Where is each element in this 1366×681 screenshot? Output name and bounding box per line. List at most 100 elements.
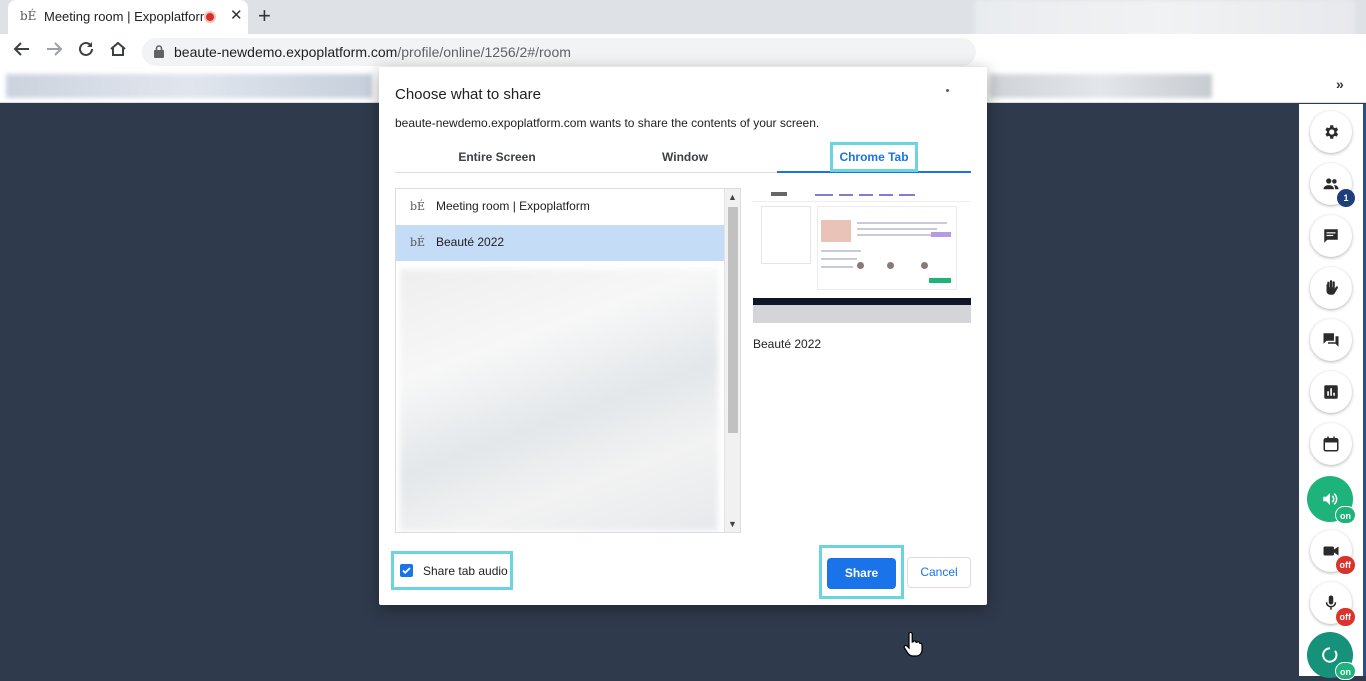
caret-down-icon[interactable]: ▼	[728, 519, 737, 529]
preview-link	[879, 194, 893, 196]
refresh-status-badge: on	[1335, 662, 1356, 680]
preview-line	[821, 258, 857, 260]
participants-count-badge: 1	[1337, 189, 1355, 207]
tab-entire-screen[interactable]: Entire Screen	[401, 143, 593, 173]
tab-label: Entire Screen	[458, 150, 536, 164]
scroll-thumb[interactable]	[728, 207, 738, 433]
camera-status-badge: off	[1335, 556, 1355, 574]
reload-icon[interactable]	[74, 40, 98, 64]
preview-link	[859, 194, 873, 196]
chat-icon	[1324, 229, 1338, 243]
list-item[interactable]: bÉ Meeting room | Expoplatform	[396, 189, 724, 225]
chat-button[interactable]	[1310, 215, 1352, 257]
microphone-toggle-button[interactable]: off	[1310, 582, 1355, 626]
microphone-status-badge: off	[1335, 608, 1355, 626]
preview-logo	[771, 192, 787, 196]
poll-icon	[1324, 385, 1338, 399]
close-icon[interactable]: ✕	[230, 6, 243, 24]
preview-button	[931, 232, 951, 237]
gear-icon	[1325, 125, 1339, 139]
tab-label: Window	[662, 150, 708, 164]
speaker-toggle-button[interactable]: on	[1307, 476, 1356, 524]
share-button[interactable]: Share	[827, 558, 896, 589]
preview-line	[857, 228, 937, 230]
caret-up-icon[interactable]: ▲	[728, 192, 737, 202]
camera-toggle-button[interactable]: off	[1310, 530, 1355, 574]
microphone-icon	[1325, 595, 1337, 610]
preview-link	[839, 194, 853, 196]
recording-dot-icon	[204, 11, 216, 23]
home-icon[interactable]	[106, 40, 130, 64]
tab-favicon-icon: bÉ	[20, 9, 37, 23]
forum-button[interactable]	[1310, 319, 1352, 361]
forum-icon	[1323, 333, 1339, 347]
list-item-label: Beauté 2022	[436, 235, 505, 249]
chevron-double-right-icon[interactable]: »	[1336, 76, 1344, 92]
refresh-icon	[1322, 647, 1338, 663]
site-favicon-icon: bÉ	[410, 200, 426, 213]
dialog-subtitle: beaute-newdemo.expoplatform.com wants to…	[395, 116, 820, 130]
preview-button	[929, 278, 951, 283]
blurred-region	[990, 74, 1212, 98]
speaker-icon	[1323, 493, 1338, 505]
preview-avatar	[921, 262, 928, 269]
calendar-icon	[1323, 436, 1339, 452]
meeting-sidebar: 1 on off off on	[1299, 104, 1363, 680]
tab-preview-thumbnail	[753, 188, 971, 323]
preview-link	[815, 194, 833, 196]
back-icon[interactable]	[10, 40, 34, 64]
site-favicon-icon: bÉ	[410, 236, 426, 249]
browser-tab[interactable]: bÉ Meeting room | Expoplatform ✕	[8, 0, 248, 34]
url-text: beaute-newdemo.expoplatform.com/profile/…	[174, 44, 571, 60]
share-audio-option[interactable]: Share tab audio	[391, 551, 513, 590]
preview-screen	[753, 188, 971, 298]
browser-tabstrip: bÉ Meeting room | Expoplatform ✕ +	[0, 0, 1366, 68]
refresh-button[interactable]: on	[1307, 632, 1356, 680]
tab-window[interactable]: Window	[589, 143, 781, 173]
preview-avatar	[887, 262, 894, 269]
preview-line	[857, 222, 947, 224]
share-audio-label: Share tab audio	[423, 564, 508, 578]
preview-line	[821, 250, 861, 252]
preview-nav	[753, 188, 971, 202]
poll-button[interactable]	[1310, 371, 1352, 413]
tab-chrome-tab[interactable]: Chrome Tab	[777, 142, 971, 173]
tab-label: Chrome Tab	[830, 142, 918, 172]
dialog-dot	[946, 89, 949, 92]
lock-icon[interactable]	[154, 45, 164, 63]
share-audio-checkbox[interactable]	[400, 564, 413, 577]
raise-hand-icon	[1326, 280, 1338, 295]
forward-icon[interactable]	[42, 40, 66, 64]
list-item-label: Meeting room | Expoplatform	[436, 199, 590, 213]
share-highlight: Share	[819, 545, 904, 599]
calendar-button[interactable]	[1310, 423, 1352, 465]
dialog-title: Choose what to share	[395, 86, 541, 103]
preview-avatar	[857, 262, 864, 269]
settings-button[interactable]	[1310, 111, 1352, 153]
preview-taskbar	[753, 298, 971, 305]
share-screen-dialog: Choose what to share beaute-newdemo.expo…	[379, 67, 987, 605]
preview-sidebar	[761, 206, 811, 264]
preview-label: Beauté 2022	[753, 337, 822, 351]
blurred-region	[6, 74, 372, 98]
preview-line	[821, 266, 853, 268]
url-host: beaute-newdemo.expoplatform.com	[174, 44, 398, 60]
preview-link	[899, 194, 915, 196]
raise-hand-button[interactable]	[1310, 267, 1352, 309]
hand-cursor-icon	[903, 631, 923, 663]
tab-title: Meeting room | Expoplatform	[44, 9, 204, 24]
url-path: /profile/online/1256/2#/room	[397, 44, 571, 60]
participants-button[interactable]: 1	[1310, 163, 1355, 207]
preview-image	[821, 220, 851, 242]
speaker-status-badge: on	[1335, 506, 1356, 524]
cancel-button[interactable]: Cancel	[907, 557, 971, 588]
blurred-region	[400, 269, 718, 531]
plus-icon[interactable]: +	[258, 3, 271, 29]
list-item[interactable]: bÉ Beauté 2022	[396, 225, 724, 261]
scrollbar[interactable]: ▲ ▼	[724, 189, 740, 532]
people-icon	[1323, 178, 1339, 190]
checkmark-icon	[402, 567, 411, 574]
browser-toolbar: beaute-newdemo.expoplatform.com/profile/…	[0, 34, 1366, 70]
address-bar[interactable]: beaute-newdemo.expoplatform.com/profile/…	[142, 38, 976, 66]
tab-list: bÉ Meeting room | Expoplatform bÉ Beauté…	[395, 188, 741, 533]
